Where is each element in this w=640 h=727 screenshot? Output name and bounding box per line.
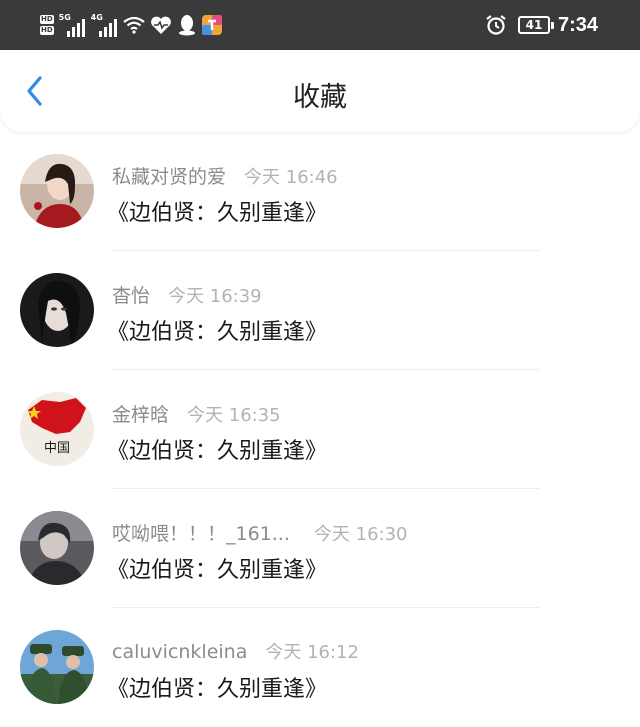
user-name[interactable]: 杳怡 — [112, 281, 150, 308]
avatar[interactable] — [20, 154, 94, 228]
avatar[interactable] — [20, 273, 94, 347]
network-label: 4G — [90, 13, 103, 22]
wifi-icon — [122, 16, 145, 34]
avatar[interactable] — [20, 630, 94, 704]
hd-badge: HD — [40, 15, 54, 24]
nav-header: 收藏 — [0, 50, 640, 132]
list-item[interactable]: 哎呦喂！！！_161... 今天 16:30 《边伯贤：久别重逢》 — [0, 489, 640, 608]
user-name[interactable]: 哎呦喂！！！_161... — [112, 519, 290, 546]
story-title[interactable]: 《边伯贤：久别重逢》 — [107, 314, 327, 346]
signal-4g-icon: 4G — [91, 13, 117, 37]
qq-icon — [177, 14, 197, 36]
signal-5g-icon: 5G — [59, 13, 85, 37]
story-title[interactable]: 《边伯贤：久别重逢》 — [107, 195, 327, 227]
timestamp: 今天 16:35 — [187, 405, 281, 426]
user-name[interactable]: 金梓晗 — [112, 400, 169, 427]
list-item[interactable]: 中国 金梓晗 今天 16:35 《边伯贤：久别重逢》 — [0, 370, 640, 489]
timestamp: 今天 16:39 — [168, 286, 262, 307]
app-icon — [201, 15, 222, 35]
network-label: 5G — [58, 13, 71, 22]
timestamp: 今天 16:12 — [265, 642, 359, 663]
avatar[interactable] — [20, 511, 94, 585]
avatar[interactable]: 中国 — [20, 392, 94, 466]
list-item[interactable]: 杳怡 今天 16:39 《边伯贤：久别重逢》 — [0, 251, 640, 370]
favorites-list: 私藏对贤的爱 今天 16:46 《边伯贤：久别重逢》 杳怡 今天 16:39 《… — [0, 132, 640, 727]
avatar-text: 中国 — [44, 441, 70, 456]
status-bar: HD HD 5G 4G 41 7:34 — [0, 0, 640, 50]
hd-indicator: HD HD — [40, 14, 54, 36]
page-title: 收藏 — [293, 82, 347, 113]
status-left: HD HD 5G 4G — [40, 0, 227, 50]
user-name[interactable]: 私藏对贤的爱 — [112, 162, 226, 189]
battery-icon: 41 — [517, 16, 554, 34]
story-title[interactable]: 《边伯贤：久别重逢》 — [107, 433, 327, 465]
status-right: 41 7:34 — [485, 0, 598, 50]
heartbeat-icon — [150, 15, 172, 35]
timestamp: 今天 16:30 — [313, 524, 408, 545]
list-item[interactable]: caluvicnkleina 今天 16:12 《边伯贤：久别重逢》 — [0, 608, 640, 727]
user-name[interactable]: caluvicnkleina — [112, 641, 247, 663]
story-title[interactable]: 《边伯贤：久别重逢》 — [107, 552, 327, 584]
alarm-icon — [485, 14, 507, 36]
story-title[interactable]: 《边伯贤：久别重逢》 — [107, 671, 327, 703]
hd-badge: HD — [40, 26, 54, 35]
list-item[interactable]: 私藏对贤的爱 今天 16:46 《边伯贤：久别重逢》 — [0, 132, 640, 251]
timestamp: 今天 16:46 — [244, 167, 338, 188]
clock-time: 7:34 — [557, 13, 598, 36]
